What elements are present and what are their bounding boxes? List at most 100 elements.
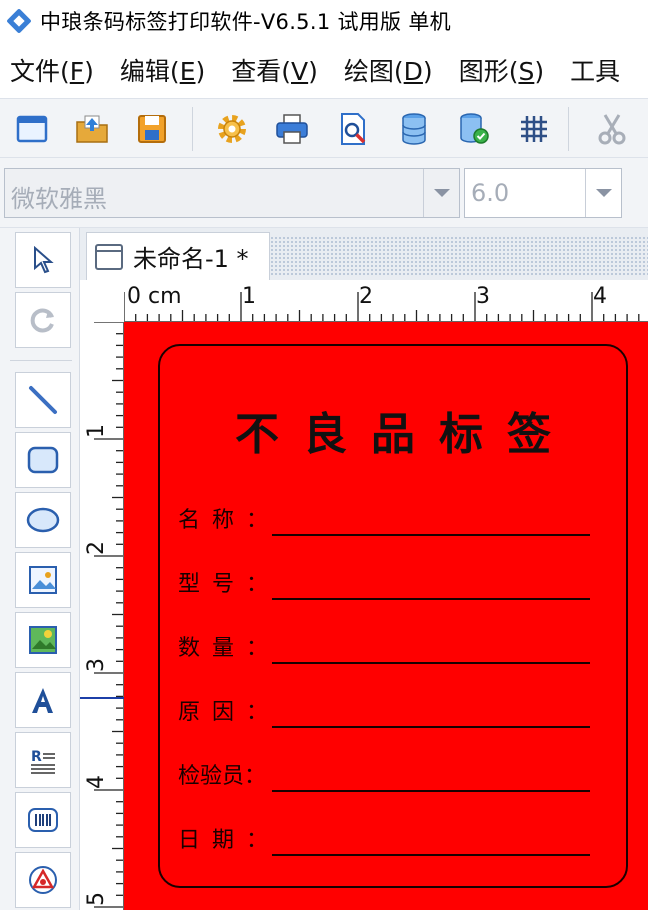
font-family-dropdown-button[interactable] xyxy=(423,169,459,217)
menu-draw[interactable]: 绘图(D) xyxy=(344,52,433,88)
chevron-down-icon xyxy=(433,189,450,197)
horizontal-ruler[interactable]: 0 cm 1 2 3 4 xyxy=(80,280,648,322)
ruler-label-4: 4 xyxy=(593,284,607,309)
chevron-down-icon xyxy=(595,189,612,197)
print-icon[interactable] xyxy=(272,109,312,149)
menu-edit-accel: E xyxy=(179,57,196,86)
app-logo-icon xyxy=(6,8,32,34)
document-window-icon xyxy=(95,243,123,270)
field-underline xyxy=(272,598,590,600)
ruler-label-3: 3 xyxy=(476,284,490,309)
svg-text:R: R xyxy=(31,749,42,765)
barcode-icon[interactable] xyxy=(15,792,71,848)
rotate-icon[interactable] xyxy=(15,292,71,348)
text-icon[interactable] xyxy=(15,672,71,728)
font-size-dropdown-button[interactable] xyxy=(585,169,621,217)
field-row-inspector[interactable]: 检验员： xyxy=(178,752,608,792)
field-row-quantity[interactable]: 数量： xyxy=(178,624,608,664)
grid-icon[interactable] xyxy=(514,109,554,149)
menu-edit[interactable]: 编辑(E) xyxy=(120,52,205,88)
font-family-value: 微软雅黑 xyxy=(11,185,107,213)
ruler-vlabel-2: 2 xyxy=(84,541,109,555)
menu-shape[interactable]: 图形(S) xyxy=(459,52,544,88)
label-border[interactable]: 不良品标签 名称： 型号： 数量： 原因： 检验员： 日期： xyxy=(158,344,628,888)
toolbar-separator xyxy=(192,107,193,151)
cut-icon[interactable] xyxy=(592,109,632,149)
ruler-label-2: 2 xyxy=(359,284,373,309)
drawing-tools-panel: R xyxy=(0,228,80,910)
field-label-inspector: 检验员： xyxy=(178,764,267,789)
new-document-icon[interactable] xyxy=(12,109,52,149)
ruler-label-1: 1 xyxy=(242,284,256,309)
toolbar-separator xyxy=(568,107,569,151)
menu-tools[interactable]: 工具 xyxy=(570,52,620,88)
menu-file-end: ) xyxy=(84,57,94,86)
label-title[interactable]: 不良品标签 xyxy=(160,398,626,462)
menu-edit-label: 编辑( xyxy=(119,57,180,86)
menu-draw-label: 绘图( xyxy=(343,57,404,86)
database-icon[interactable] xyxy=(394,109,434,149)
field-row-name[interactable]: 名称： xyxy=(178,496,608,536)
save-icon[interactable] xyxy=(132,109,172,149)
shape-icon[interactable] xyxy=(15,852,71,908)
title-bar: 中琅条码标签打印软件-V6.5.1 试用版 单机 xyxy=(0,0,648,42)
database-connect-icon[interactable] xyxy=(454,109,494,149)
field-row-model[interactable]: 型号： xyxy=(178,560,608,600)
open-folder-icon[interactable] xyxy=(72,109,112,149)
ruler-vlabel-5: 5 xyxy=(84,892,109,906)
menu-file-label: 文件( xyxy=(10,57,70,86)
image-icon[interactable] xyxy=(15,552,71,608)
rectangle-icon[interactable] xyxy=(15,432,71,488)
menu-draw-end: ) xyxy=(422,57,433,86)
field-label-date: 日期： xyxy=(178,828,281,853)
menu-bar: 文件(F) 编辑(E) 查看(V) 绘图(D) 图形(S) 工具 xyxy=(0,42,648,98)
line-icon[interactable] xyxy=(15,372,71,428)
menu-file[interactable]: 文件(F) xyxy=(10,52,94,88)
window-title: 中琅条码标签打印软件-V6.5.1 试用版 单机 xyxy=(40,10,451,34)
menu-edit-end: ) xyxy=(195,57,206,86)
field-row-reason[interactable]: 原因： xyxy=(178,688,608,728)
settings-gear-icon[interactable] xyxy=(212,109,252,149)
tool-separator xyxy=(10,360,72,361)
menu-shape-accel: S xyxy=(518,57,535,86)
field-underline xyxy=(272,726,590,728)
field-row-date[interactable]: 日期： xyxy=(178,816,608,856)
ruler-label-0: 0 cm xyxy=(127,284,182,309)
field-underline xyxy=(272,790,590,792)
menu-draw-accel: D xyxy=(403,57,423,86)
main-toolbar xyxy=(0,98,648,158)
ruler-position-marker xyxy=(80,697,124,699)
ruler-corner xyxy=(80,280,124,322)
font-size-select[interactable]: 6.0 xyxy=(464,168,622,218)
print-preview-icon[interactable] xyxy=(334,109,374,149)
font-toolbar: 微软雅黑 6.0 xyxy=(0,158,648,228)
field-label-quantity: 数量： xyxy=(178,636,281,661)
menu-shape-end: ) xyxy=(534,57,545,86)
field-label-model: 型号： xyxy=(178,572,281,597)
menu-view-label: 查看( xyxy=(231,57,292,86)
field-underline xyxy=(272,854,590,856)
menu-view-accel: V xyxy=(291,57,309,86)
font-size-value: 6.0 xyxy=(471,179,510,207)
ruler-vlabel-4: 4 xyxy=(84,775,109,789)
menu-shape-label: 图形( xyxy=(458,57,519,86)
ruler-vlabel-3: 3 xyxy=(84,658,109,672)
field-label-reason: 原因： xyxy=(178,700,281,725)
document-tab-bar: 未命名-1 * xyxy=(80,228,648,280)
image-color-icon[interactable] xyxy=(15,612,71,668)
menu-file-accel: F xyxy=(69,57,85,86)
field-underline xyxy=(272,662,590,664)
document-tab-title: 未命名-1 * xyxy=(133,245,249,273)
label-canvas[interactable]: 不良品标签 名称： 型号： 数量： 原因： 检验员： 日期： xyxy=(124,322,648,910)
rich-text-icon[interactable]: R xyxy=(15,732,71,788)
ruler-vlabel-1: 1 xyxy=(84,424,109,438)
ellipse-icon[interactable] xyxy=(15,492,71,548)
select-arrow-icon[interactable] xyxy=(15,232,71,288)
vertical-ruler[interactable]: 1 2 3 4 5 xyxy=(80,322,124,910)
menu-view-end: ) xyxy=(308,57,318,86)
font-family-select[interactable]: 微软雅黑 xyxy=(4,168,460,218)
menu-tools-label: 工具 xyxy=(570,57,621,86)
menu-view[interactable]: 查看(V) xyxy=(231,52,318,88)
field-underline xyxy=(272,534,590,536)
document-tab[interactable]: 未命名-1 * xyxy=(86,232,270,280)
